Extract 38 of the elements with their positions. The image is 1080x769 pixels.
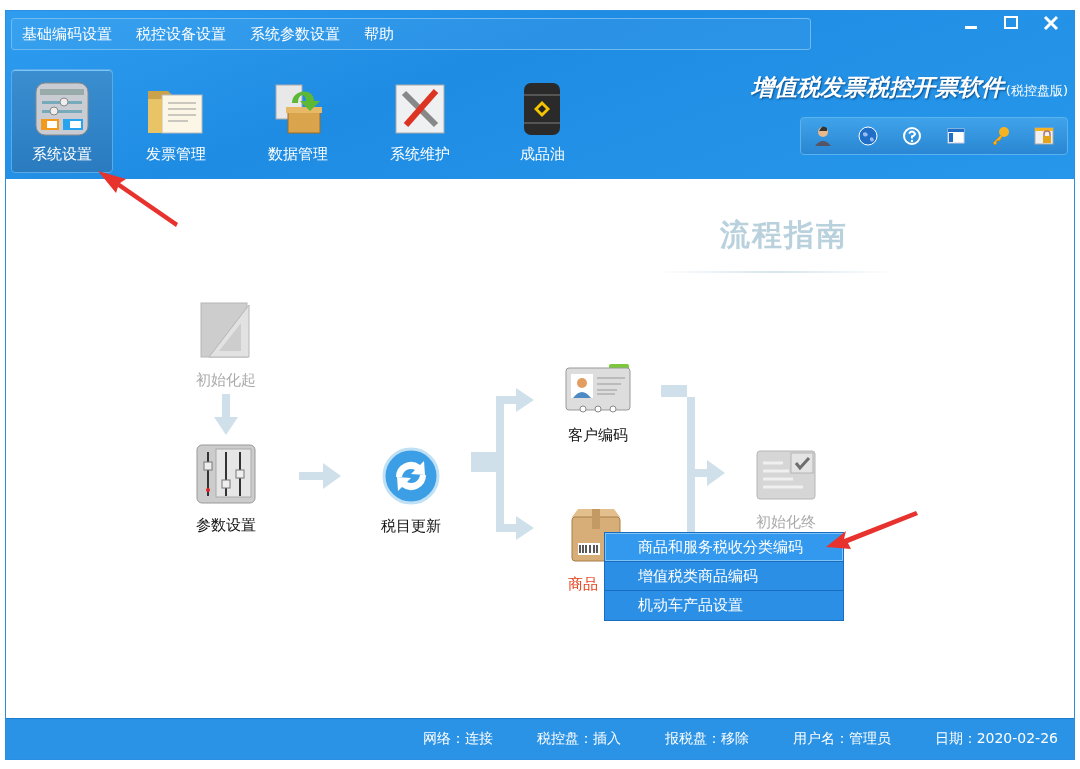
- status-item: 税控盘：插入: [536, 730, 621, 748]
- maximize-icon[interactable]: [1002, 14, 1020, 32]
- menu-item[interactable]: 基础编码设置: [22, 24, 112, 44]
- guide-title: 流程指南: [720, 216, 848, 254]
- contact-card-icon: [565, 364, 631, 414]
- flow-arrow: [299, 463, 341, 489]
- close-icon[interactable]: [1042, 14, 1060, 32]
- toolbar-button[interactable]: 成品油: [483, 69, 601, 173]
- menu-item[interactable]: 税控设备设置: [136, 24, 226, 44]
- settings-panel-icon: [34, 81, 90, 137]
- menu-item[interactable]: 商品和服务税收分类编码: [605, 533, 843, 562]
- app-edition: (税控盘版): [1005, 83, 1068, 98]
- flow-arrow: [214, 394, 238, 435]
- help-icon[interactable]: [901, 125, 923, 147]
- globe-icon[interactable]: [857, 125, 879, 147]
- toolbar-button[interactable]: 系统维护: [361, 69, 479, 173]
- window-icon[interactable]: [945, 125, 967, 147]
- status-item: 日期：2020-02-26: [934, 730, 1058, 748]
- app-title: 增值税发票税控开票软件: [750, 73, 1004, 102]
- menu-item[interactable]: 增值税类商品编码: [605, 562, 843, 591]
- lock-window-icon[interactable]: [1033, 125, 1055, 147]
- status-item: 报税盘：移除: [664, 730, 749, 748]
- toolbar-button[interactable]: 系统设置: [11, 69, 113, 173]
- checked-form-icon: [755, 449, 817, 501]
- flow-step[interactable]: 税目更新: [361, 447, 461, 536]
- menu-item[interactable]: 系统参数设置: [250, 24, 340, 44]
- toolbar-button[interactable]: 发票管理: [117, 69, 235, 173]
- toolbar-button[interactable]: 数据管理: [239, 69, 357, 173]
- menu-item[interactable]: 帮助: [364, 24, 394, 44]
- flow-step[interactable]: 参数设置: [176, 444, 276, 535]
- menu-item[interactable]: 机动车产品设置: [605, 591, 843, 620]
- ruler-triangle-icon: [199, 301, 253, 359]
- sliders-icon: [196, 444, 256, 504]
- tools-icon: [392, 81, 448, 137]
- status-item: 用户名：管理员: [792, 730, 891, 748]
- refresh-icon: [382, 447, 440, 505]
- status-item: 网络：连接: [422, 730, 493, 748]
- flow-step[interactable]: 客户编码: [548, 364, 648, 445]
